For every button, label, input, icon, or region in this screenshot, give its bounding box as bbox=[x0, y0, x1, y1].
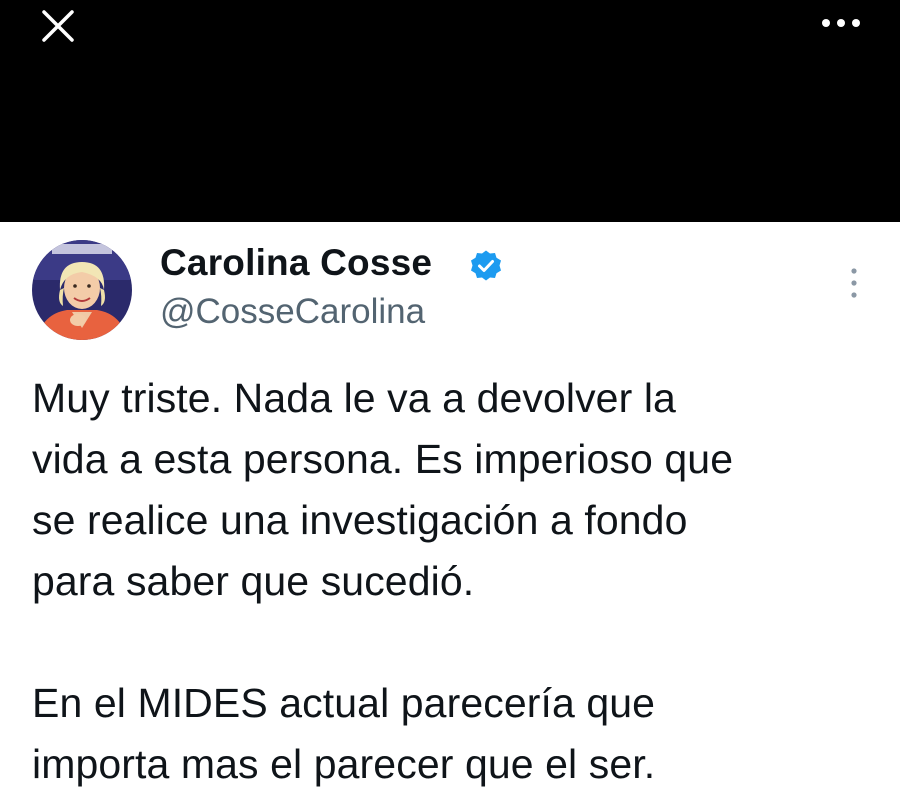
verified-badge-icon bbox=[471, 250, 501, 281]
close-icon bbox=[42, 10, 74, 42]
tweet-text: Muy triste. Nada le va a devolver la vid… bbox=[32, 375, 734, 787]
author-name[interactable]: Carolina Cosse bbox=[160, 242, 432, 284]
avatar[interactable] bbox=[32, 240, 132, 340]
more-vertical-icon bbox=[851, 268, 857, 298]
verified-badge bbox=[469, 249, 503, 283]
profile-photo bbox=[32, 240, 132, 340]
more-options-button[interactable] bbox=[816, 8, 866, 38]
close-button[interactable] bbox=[38, 6, 78, 46]
tweet-more-button[interactable] bbox=[842, 264, 866, 304]
viewer-top-bar bbox=[0, 0, 900, 222]
author-handle[interactable]: @CosseCarolina bbox=[160, 292, 425, 332]
more-horizontal-icon bbox=[822, 19, 860, 27]
tweet-card: Carolina Cosse @CosseCarolina Muy triste… bbox=[0, 222, 900, 808]
